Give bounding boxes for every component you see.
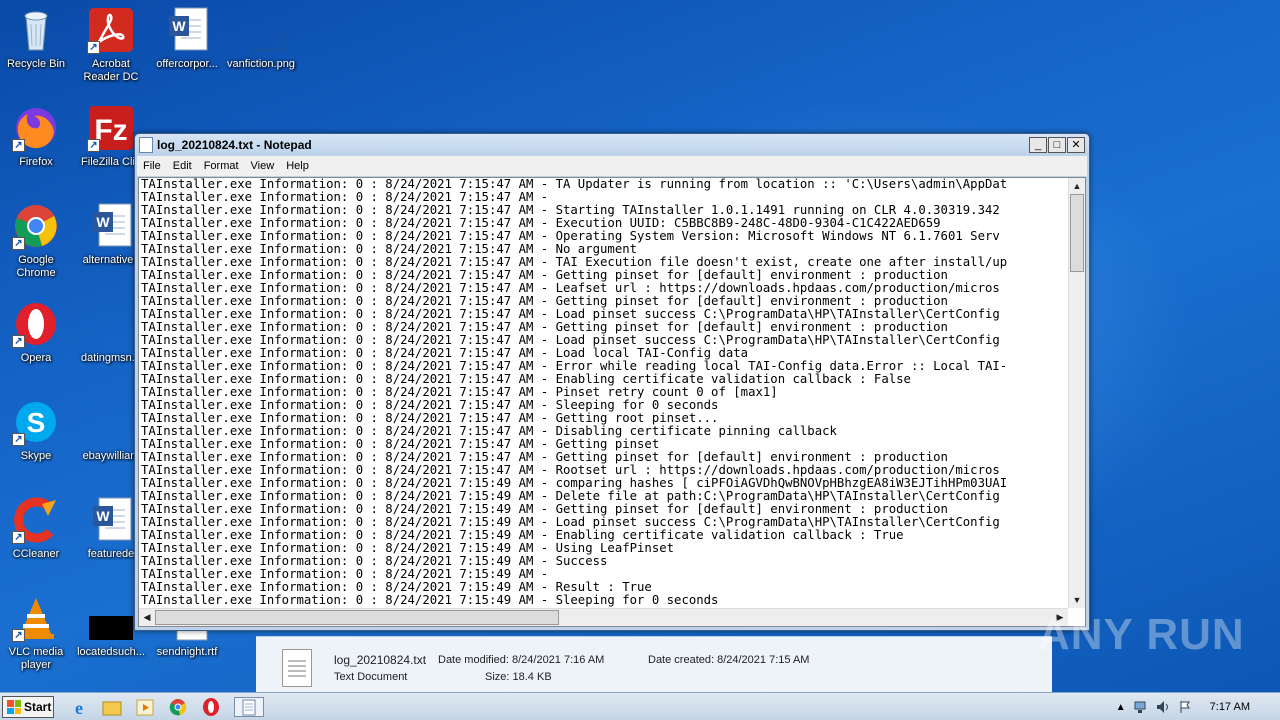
- scroll-down-icon[interactable]: ▼: [1069, 592, 1085, 608]
- ccleaner-icon: ↗: [12, 496, 60, 544]
- log-text-content[interactable]: TAInstaller.exe Information: 0 : 8/24/20…: [141, 178, 1065, 608]
- details-size: Size: 18.4 KB: [485, 671, 552, 683]
- horizontal-scrollbar[interactable]: ◀ ▶: [139, 608, 1068, 626]
- word-doc-icon: W: [87, 496, 135, 544]
- desktop-icon-label: Acrobat Reader DC: [83, 58, 139, 83]
- details-file-name: log_20210824.txt: [334, 653, 427, 667]
- start-button[interactable]: Start: [2, 696, 54, 718]
- shortcut-arrow-icon: ↗: [87, 139, 100, 152]
- desktop-icon-vlc[interactable]: ↗ VLC media player: [0, 594, 74, 672]
- firefox-icon: ↗: [12, 104, 60, 152]
- desktop-icon-label: vanfiction.png: [227, 58, 295, 70]
- word-doc-icon: W: [87, 202, 135, 250]
- vertical-scrollbar[interactable]: ▲ ▼: [1068, 178, 1085, 608]
- desktop-icon-acrobat[interactable]: ↗ Acrobat Reader DC: [73, 6, 149, 84]
- desktop-icon-recycle-bin[interactable]: Recycle Bin: [0, 6, 74, 71]
- text-document-icon: [282, 649, 312, 687]
- close-button[interactable]: ✕: [1067, 137, 1085, 153]
- desktop-icon-label: locatedsuch...: [77, 646, 145, 658]
- desktop-icon-label: Recycle Bin: [6, 58, 66, 70]
- taskbar-clock[interactable]: 7:17 AM: [1210, 701, 1250, 713]
- word-doc-icon: W: [163, 6, 211, 54]
- window-title: log_20210824.txt - Notepad: [157, 138, 312, 152]
- maximize-button[interactable]: □: [1048, 137, 1066, 153]
- horizontal-scroll-thumb[interactable]: [155, 610, 559, 625]
- desktop-icon-firefox[interactable]: ↗ Firefox: [0, 104, 74, 169]
- log-line: TAInstaller.exe Information: 0 : 8/24/20…: [141, 593, 719, 607]
- anyrun-watermark: ANY RUN: [1038, 610, 1245, 659]
- tray-expand-icon[interactable]: ▲: [1116, 702, 1126, 713]
- desktop-icon-vanfiction[interactable]: vanfiction.png: [223, 6, 299, 71]
- svg-text:e: e: [75, 698, 83, 717]
- shortcut-arrow-icon: ↗: [12, 139, 25, 152]
- desktop-icon-label: sendnight.rtf: [156, 646, 218, 658]
- menu-view[interactable]: View: [245, 160, 281, 172]
- details-date-modified: Date modified: 8/24/2021 7:16 AM: [438, 654, 605, 666]
- shortcut-arrow-icon: ↗: [12, 237, 25, 250]
- taskbar-notepad-button[interactable]: [234, 697, 264, 717]
- menu-file[interactable]: File: [137, 160, 167, 172]
- details-file-type: Text Document: [334, 671, 408, 683]
- scroll-up-icon[interactable]: ▲: [1069, 178, 1085, 194]
- acrobat-icon: ↗: [87, 6, 135, 54]
- menu-help[interactable]: Help: [280, 160, 315, 172]
- desktop-icon-opera[interactable]: ↗ Opera: [0, 300, 74, 365]
- text-editor[interactable]: TAInstaller.exe Information: 0 : 8/24/20…: [138, 177, 1086, 627]
- desktop-icon-label: Firefox: [19, 156, 53, 168]
- file-icon: [87, 398, 135, 446]
- notepad-window[interactable]: log_20210824.txt - Notepad _ □ ✕ File Ed…: [134, 133, 1090, 631]
- desktop-icon-chrome[interactable]: ↗ Google Chrome: [0, 202, 74, 280]
- svg-text:W: W: [172, 18, 186, 34]
- vertical-scroll-thumb[interactable]: [1070, 194, 1084, 272]
- skype-icon: S ↗: [12, 398, 60, 446]
- notepad-titlebar[interactable]: log_20210824.txt - Notepad _ □ ✕: [135, 134, 1089, 156]
- volume-icon[interactable]: [1156, 700, 1170, 714]
- taskbar-opera-icon[interactable]: [200, 697, 224, 717]
- desktop-icon-label: offercorpor...: [156, 58, 218, 70]
- file-icon: [87, 300, 135, 348]
- svg-text:S: S: [27, 407, 46, 438]
- image-file-icon: [237, 6, 285, 54]
- desktop-icon-label: CCleaner: [12, 548, 60, 560]
- minimize-button[interactable]: _: [1029, 137, 1047, 153]
- opera-icon: ↗: [12, 300, 60, 348]
- menu-bar: File Edit Format View Help: [137, 156, 1087, 176]
- shortcut-arrow-icon: ↗: [12, 335, 25, 348]
- system-tray: ▲ 7:17 AM: [1116, 693, 1280, 720]
- desktop-icon-skype[interactable]: S ↗ Skype: [0, 398, 74, 463]
- taskbar-media-player-icon[interactable]: [134, 697, 158, 717]
- desktop-icon-label: VLC media player: [8, 646, 64, 671]
- menu-format[interactable]: Format: [198, 160, 245, 172]
- details-date-created: Date created: 8/24/2021 7:15 AM: [648, 654, 810, 666]
- vlc-icon: ↗: [12, 594, 60, 642]
- taskbar-explorer-icon[interactable]: [101, 697, 125, 717]
- desktop-icon-label: Google Chrome: [16, 254, 56, 279]
- shortcut-arrow-icon: ↗: [12, 531, 25, 544]
- action-center-flag-icon[interactable]: [1178, 700, 1192, 714]
- recycle-bin-icon: [12, 6, 60, 54]
- windows-logo-icon: [7, 700, 21, 714]
- shortcut-arrow-icon: ↗: [12, 629, 25, 642]
- filezilla-icon: Fz ↗: [87, 104, 135, 152]
- start-label: Start: [24, 700, 52, 714]
- desktop-icon-offercorpor[interactable]: W offercorpor...: [149, 6, 225, 71]
- taskbar-ie-icon[interactable]: e: [68, 697, 92, 718]
- chrome-icon: ↗: [12, 202, 60, 250]
- svg-text:W: W: [96, 508, 110, 524]
- desktop-icon-ccleaner[interactable]: ↗ CCleaner: [0, 496, 74, 561]
- svg-text:W: W: [96, 214, 110, 230]
- menu-edit[interactable]: Edit: [167, 160, 198, 172]
- shortcut-arrow-icon: ↗: [87, 41, 100, 54]
- explorer-details-pane: log_20210824.txt Date modified: 8/24/202…: [256, 636, 1052, 692]
- notepad-icon: [139, 137, 153, 153]
- scroll-left-icon[interactable]: ◀: [139, 609, 155, 625]
- black-file-icon: [87, 594, 135, 642]
- taskbar: Start e ▲ 7:17 AM: [0, 692, 1280, 720]
- desktop-icon-label: Opera: [20, 352, 52, 364]
- taskbar-chrome-icon[interactable]: [167, 697, 191, 717]
- shortcut-arrow-icon: ↗: [12, 433, 25, 446]
- desktop-icon-label: Skype: [20, 450, 52, 462]
- network-icon[interactable]: [1134, 700, 1148, 714]
